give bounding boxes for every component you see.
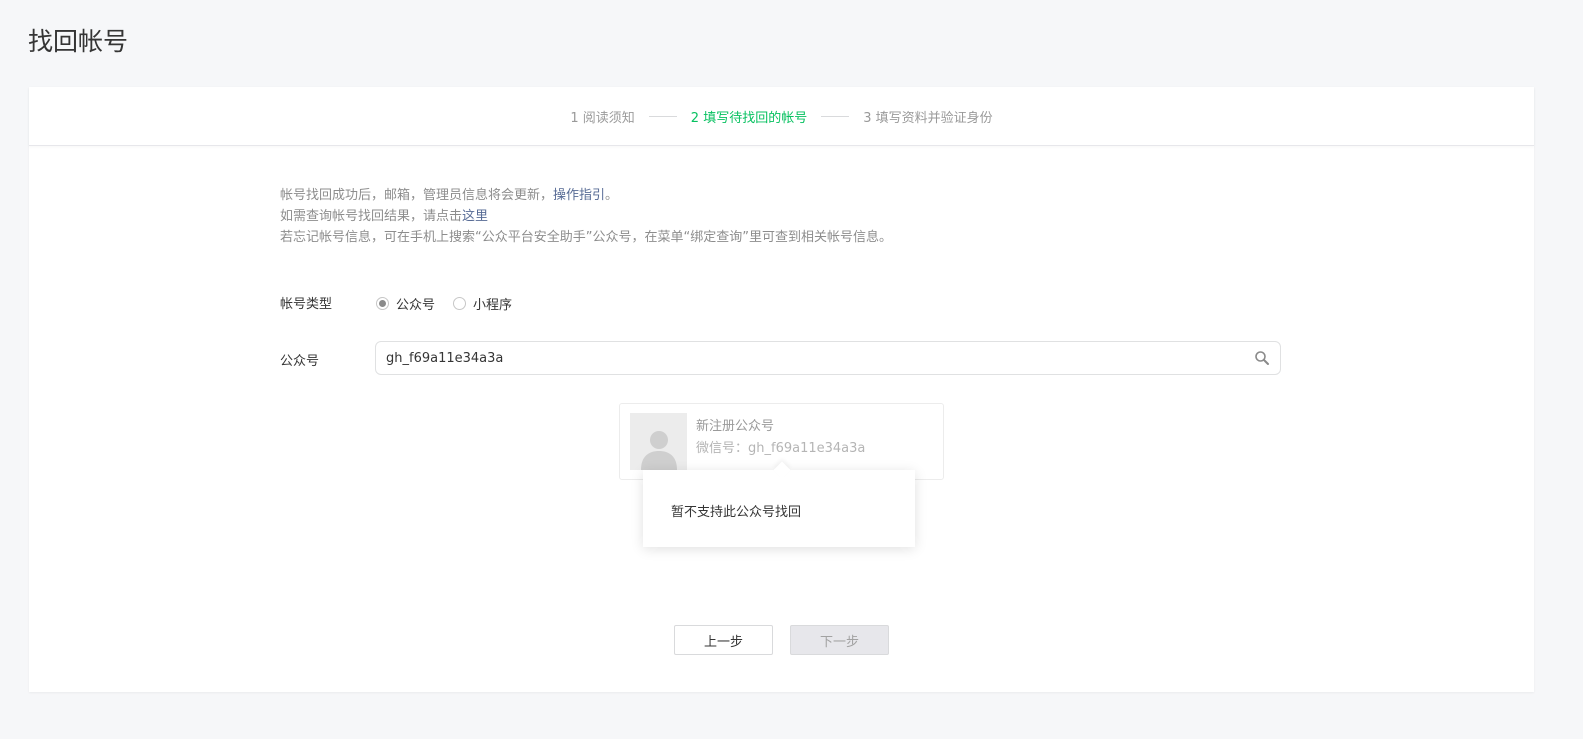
- notice-line-3: 若忘记帐号信息，可在手机上搜索“公众平台安全助手”公众号，在菜单“绑定查询”里可…: [280, 230, 892, 245]
- notice-text: 帐号找回成功后，邮箱，管理员信息将会更新，操作指引。 如需查询帐号找回结果，请点…: [280, 185, 892, 248]
- radio-label: 小程序: [473, 298, 513, 313]
- default-avatar-icon: [630, 413, 687, 470]
- notice-text-segment: 帐号找回成功后，邮箱，管理员信息将会更新，: [280, 188, 554, 203]
- account-type-radio-group: 公众号 小程序: [376, 294, 530, 313]
- account-search-input[interactable]: [376, 342, 1254, 374]
- radio-mini-program[interactable]: 小程序: [453, 294, 512, 313]
- step-label: 3 填写资料并验证身份: [863, 110, 993, 126]
- radio-label: 公众号: [396, 298, 436, 313]
- step-fill-account: 2 填写待找回的帐号: [691, 107, 807, 126]
- radio-official-account[interactable]: 公众号: [376, 294, 435, 313]
- notice-text-segment: 如需查询帐号找回结果，请点击: [280, 209, 463, 224]
- notice-line-2: 如需查询帐号找回结果，请点击这里: [280, 206, 892, 227]
- next-step-button[interactable]: 下一步: [790, 625, 889, 655]
- page-title: 找回帐号: [28, 27, 129, 56]
- radio-unchecked-icon: [453, 297, 467, 310]
- step-verify-identity: 3 填写资料并验证身份: [863, 107, 992, 126]
- step-divider: [648, 115, 677, 117]
- step-label: 2 填写待找回的帐号: [690, 110, 808, 126]
- step-divider: [821, 115, 850, 117]
- step-read-notice: 1 阅读须知: [570, 107, 634, 126]
- radio-checked-icon: [376, 297, 389, 310]
- main-card: 1 阅读须知 2 填写待找回的帐号 3 填写资料并验证身份 帐号找回成功后，邮箱…: [29, 87, 1534, 692]
- notice-text-segment: 。: [605, 188, 619, 203]
- step-label: 1 阅读须知: [570, 110, 635, 126]
- account-field-label: 公众号: [280, 354, 320, 369]
- account-type-label: 帐号类型: [280, 297, 333, 312]
- unsupported-tooltip: 暂不支持此公众号找回: [643, 470, 915, 547]
- person-silhouette-icon: [640, 431, 677, 470]
- query-result-link[interactable]: 这里: [462, 209, 488, 224]
- progress-steps: 1 阅读须知 2 填写待找回的帐号 3 填写资料并验证身份: [29, 87, 1534, 146]
- prev-step-button[interactable]: 上一步: [674, 625, 773, 655]
- notice-line-1: 帐号找回成功后，邮箱，管理员信息将会更新，操作指引。: [280, 185, 892, 206]
- result-account-name: 新注册公众号: [696, 419, 775, 434]
- result-wechat-id: 微信号：gh_f69a11e34a3a: [696, 441, 866, 456]
- tooltip-text: 暂不支持此公众号找回: [671, 505, 802, 520]
- operation-guide-link[interactable]: 操作指引: [553, 188, 605, 203]
- account-search-box: [375, 341, 1281, 375]
- search-icon[interactable]: [1254, 350, 1270, 366]
